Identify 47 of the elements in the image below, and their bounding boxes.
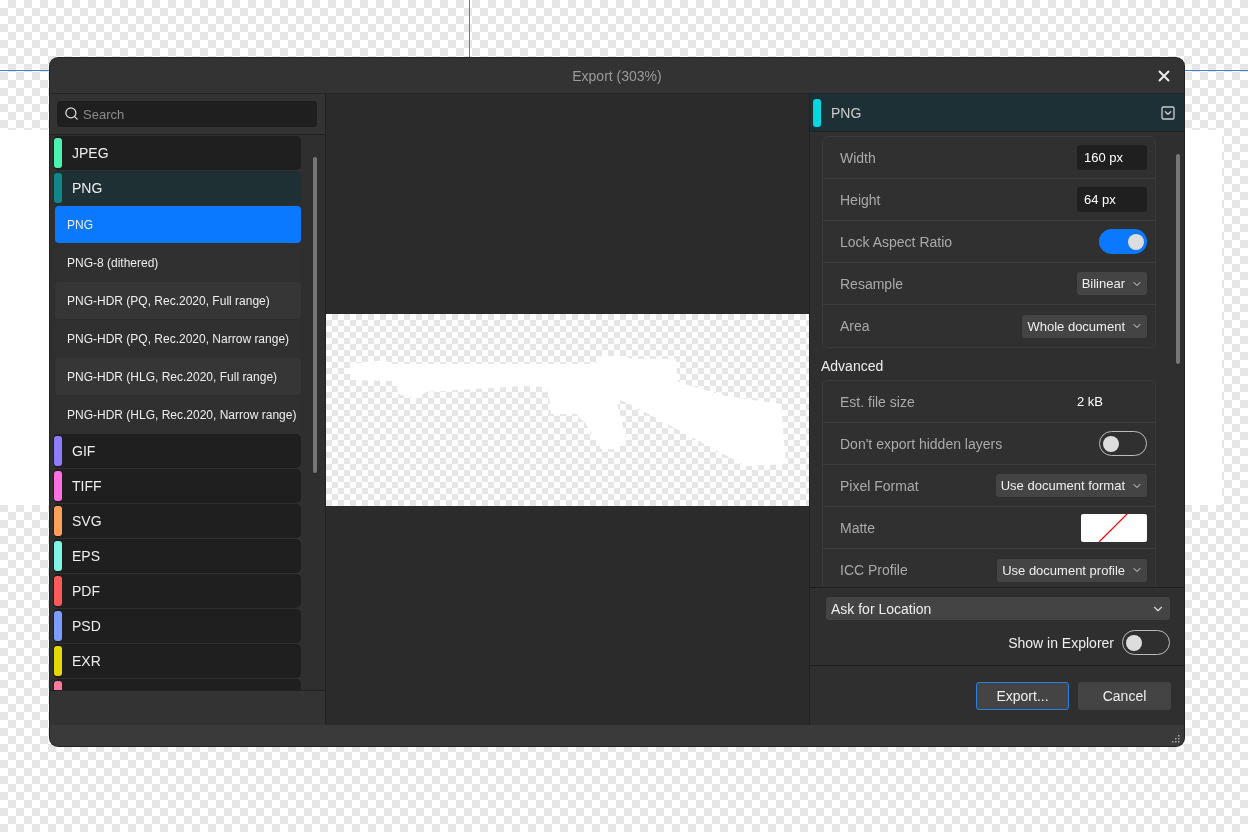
format-option[interactable]: PNG-HDR (PQ, Rec.2020, Full range) (55, 282, 301, 319)
toggle-switch[interactable] (1099, 229, 1147, 254)
setting-label: Pixel Format (840, 477, 919, 494)
setting-label: ICC Profile (840, 562, 908, 578)
setting-label: Matte (840, 519, 875, 536)
format-group[interactable]: SVG (53, 504, 301, 538)
dropdown[interactable]: Bilinear (1076, 272, 1147, 295)
format-option[interactable]: PNG-HDR (HLG, Rec.2020, Full range) (55, 358, 301, 395)
setting-label: Area (840, 318, 870, 334)
format-group[interactable]: GIF (53, 434, 301, 468)
matte-swatch[interactable] (1081, 513, 1147, 542)
dropdown[interactable]: Use document format (995, 474, 1147, 497)
export-button[interactable]: Export... (976, 681, 1069, 710)
setting-label: Don't export hidden layers (840, 435, 1003, 452)
collapse-button[interactable] (1160, 104, 1176, 121)
format-group[interactable]: PDF (53, 574, 301, 608)
format-group[interactable]: EXR (53, 644, 301, 678)
location-dropdown[interactable]: Ask for Location (826, 597, 1170, 620)
cancel-button[interactable]: Cancel (1078, 681, 1171, 710)
scrollbar[interactable] (1176, 154, 1180, 364)
value-text: 2 kB (1077, 394, 1104, 409)
chevron-down-icon (1160, 104, 1176, 121)
resize-grip-icon[interactable] (1170, 733, 1180, 743)
format-group[interactable]: PSD (53, 609, 301, 643)
number-field[interactable]: 160 px (1077, 145, 1147, 170)
scrollbar[interactable] (313, 157, 317, 473)
section-title: Advanced (821, 358, 885, 374)
format-group[interactable]: TIFF (53, 469, 301, 503)
close-icon (1158, 70, 1170, 82)
dropdown[interactable]: Whole document (1022, 314, 1147, 338)
setting-label: Width (840, 149, 876, 166)
format-group[interactable]: PNG (53, 171, 301, 205)
preset-header[interactable]: PNG (810, 94, 1184, 132)
setting-label: Height (840, 191, 881, 208)
toggle-label: Show in Explorer (1008, 634, 1114, 651)
window-title: Export (303%) (572, 67, 662, 84)
search-field[interactable]: Search (57, 101, 317, 127)
format-option[interactable]: PNG (55, 206, 301, 243)
format-group[interactable]: JPEG (53, 136, 301, 170)
search-icon (64, 106, 79, 121)
format-group[interactable]: EPS (53, 539, 301, 573)
setting-label: Lock Aspect Ratio (840, 233, 953, 250)
preset-title: PNG (831, 104, 863, 121)
setting-label: Resample (840, 275, 904, 292)
dropdown[interactable]: Use document profile (997, 558, 1147, 582)
setting-label: Est. file size (840, 393, 915, 410)
number-field[interactable]: 64 px (1077, 187, 1147, 212)
